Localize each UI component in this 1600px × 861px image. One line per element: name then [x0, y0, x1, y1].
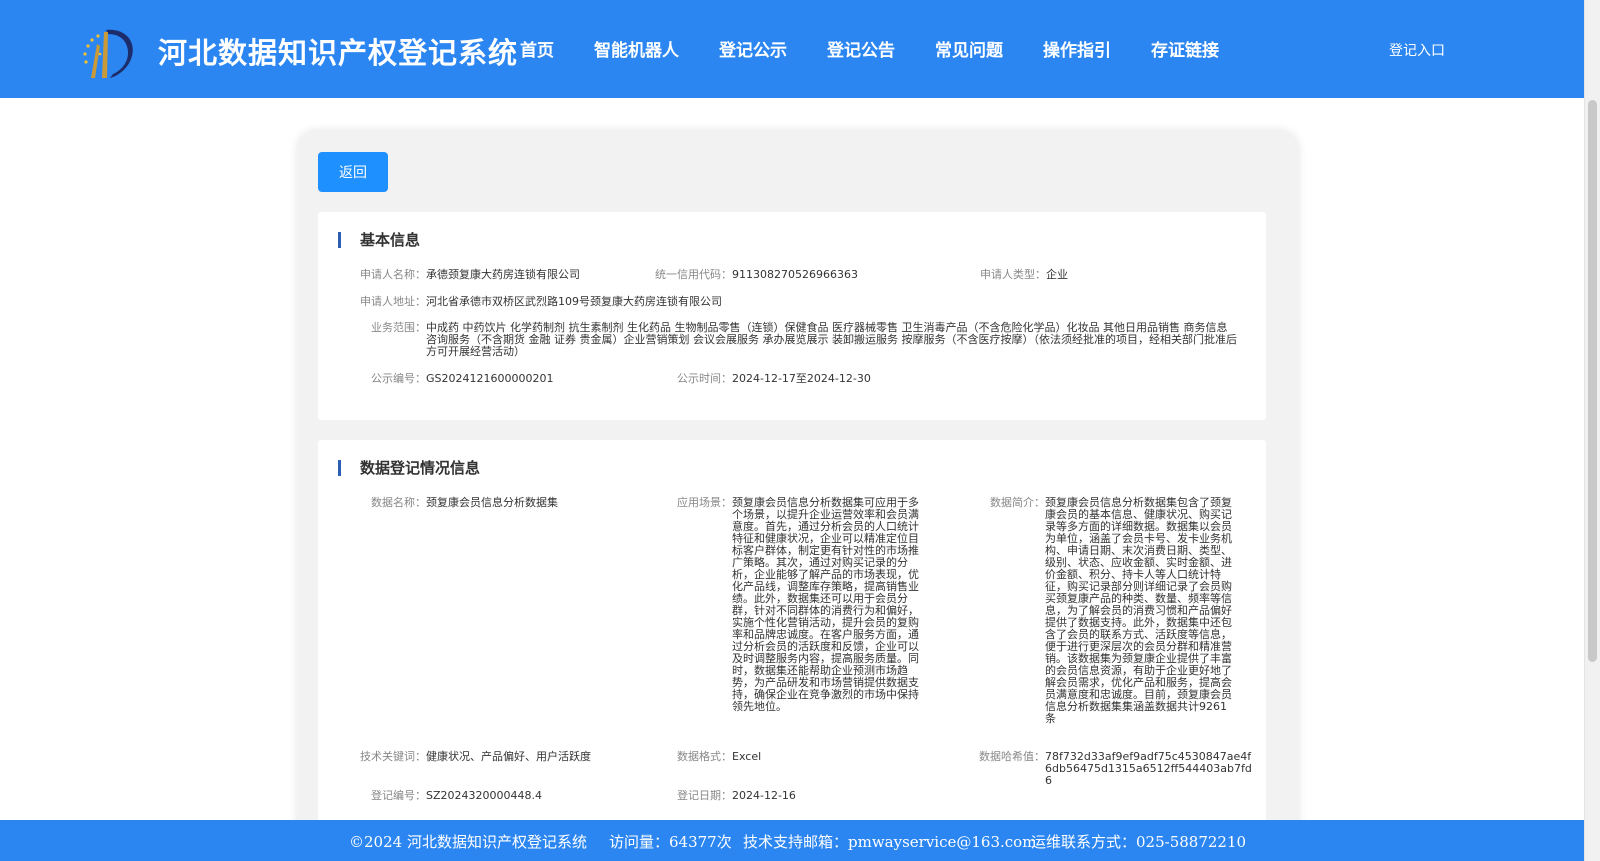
- top-header: 河北数据知识产权登记系统 首页 智能机器人 登记公示 登记公告 常见问题 操作指…: [0, 0, 1584, 98]
- credit-code-value: 911308270526966363: [732, 268, 858, 281]
- data-hash-label: 数据哈希值：: [979, 750, 1045, 763]
- nav-robot[interactable]: 智能机器人: [594, 36, 679, 61]
- site-title: 河北数据知识产权登记系统: [158, 36, 519, 70]
- logo-icon: [83, 29, 133, 79]
- scenario-value: 颈复康会员信息分析数据集可应用于多个场景，以提升企业运营效率和会员满意度。首先，…: [732, 496, 919, 713]
- nav-guide[interactable]: 操作指引: [1043, 36, 1111, 61]
- applicant-address-label: 申请人地址：: [360, 295, 426, 308]
- applicant-type-label: 申请人类型：: [980, 268, 1046, 281]
- scrollbar-thumb[interactable]: [1588, 100, 1597, 662]
- registration-date-label: 登记日期：: [677, 789, 732, 802]
- keywords-value: 健康状况、产品偏好、用户活跃度: [426, 750, 591, 763]
- nav-registration-announcement[interactable]: 登记公告: [827, 36, 895, 61]
- detail-container: 返回 基本信息 申请人名称： 承德颈复康大药房连锁有限公司 统一信用代码： 91…: [298, 131, 1298, 861]
- section-title-data-registration: 数据登记情况信息: [338, 459, 480, 477]
- scenario-label: 应用场景：: [677, 496, 732, 509]
- data-summary-value: 颈复康会员信息分析数据集包含了颈复康会员的基本信息、健康状况、购买记录等多方面的…: [1045, 496, 1232, 725]
- notice-number-value: GS2024121600000201: [426, 372, 554, 385]
- nav-faq[interactable]: 常见问题: [935, 36, 1003, 61]
- back-button[interactable]: 返回: [318, 152, 388, 192]
- applicant-name-label: 申请人名称：: [360, 268, 426, 281]
- footer-phone: 运维联系方式：025-58872210: [1031, 833, 1247, 851]
- nav-evidence-link[interactable]: 存证链接: [1151, 36, 1219, 61]
- main-nav: 首页 智能机器人 登记公示 登记公告 常见问题 操作指引 存证链接: [520, 36, 1259, 61]
- notice-time-label: 公示时间：: [677, 372, 732, 385]
- data-format-value: Excel: [732, 750, 762, 763]
- nav-home[interactable]: 首页: [520, 36, 554, 61]
- page-scrollbar[interactable]: [1584, 0, 1600, 861]
- footer-visits: 访问量：64377次: [609, 833, 732, 851]
- data-registration-card: 数据登记情况信息 数据名称： 颈复康会员信息分析数据集 应用场景： 颈复康会员信…: [318, 440, 1266, 861]
- section-title-basic-info: 基本信息: [338, 231, 420, 249]
- data-name-label: 数据名称：: [371, 496, 426, 509]
- data-name-value: 颈复康会员信息分析数据集: [426, 496, 558, 509]
- keywords-label: 技术关键词：: [360, 750, 426, 763]
- login-link[interactable]: 登记入口: [1389, 40, 1445, 60]
- credit-code-label: 统一信用代码：: [655, 268, 732, 281]
- registration-number-label: 登记编号：: [371, 789, 426, 802]
- registration-date-value: 2024-12-16: [732, 789, 796, 802]
- business-scope-label: 业务范围：: [371, 321, 426, 334]
- applicant-name-value: 承德颈复康大药房连锁有限公司: [426, 268, 580, 281]
- notice-number-label: 公示编号：: [371, 372, 426, 385]
- registration-number-value: SZ2024320000448.4: [426, 789, 542, 802]
- applicant-type-value: 企业: [1046, 268, 1068, 281]
- data-format-label: 数据格式：: [677, 750, 732, 763]
- applicant-address-value: 河北省承德市双桥区武烈路109号颈复康大药房连锁有限公司: [426, 295, 722, 308]
- basic-info-card: 基本信息 申请人名称： 承德颈复康大药房连锁有限公司 统一信用代码： 91130…: [318, 212, 1266, 420]
- business-scope-value: 中成药 中药饮片 化学药制剂 抗生素制剂 生化药品 生物制品零售（连锁）保健食品…: [426, 321, 1237, 358]
- notice-time-value: 2024-12-17至2024-12-30: [732, 372, 871, 385]
- footer-copyright: ©2024 河北数据知识产权登记系统: [349, 833, 587, 851]
- site-footer: ©2024 河北数据知识产权登记系统 访问量：64377次 技术支持邮箱：pmw…: [0, 820, 1584, 861]
- data-hash-value: 78f732d33af9ef9adf75c4530847ae4f6db56475…: [1045, 750, 1252, 787]
- footer-email: 技术支持邮箱：pmwayservice@163.com: [743, 833, 1037, 851]
- nav-registration-notice[interactable]: 登记公示: [719, 36, 787, 61]
- data-summary-label: 数据简介：: [990, 496, 1045, 509]
